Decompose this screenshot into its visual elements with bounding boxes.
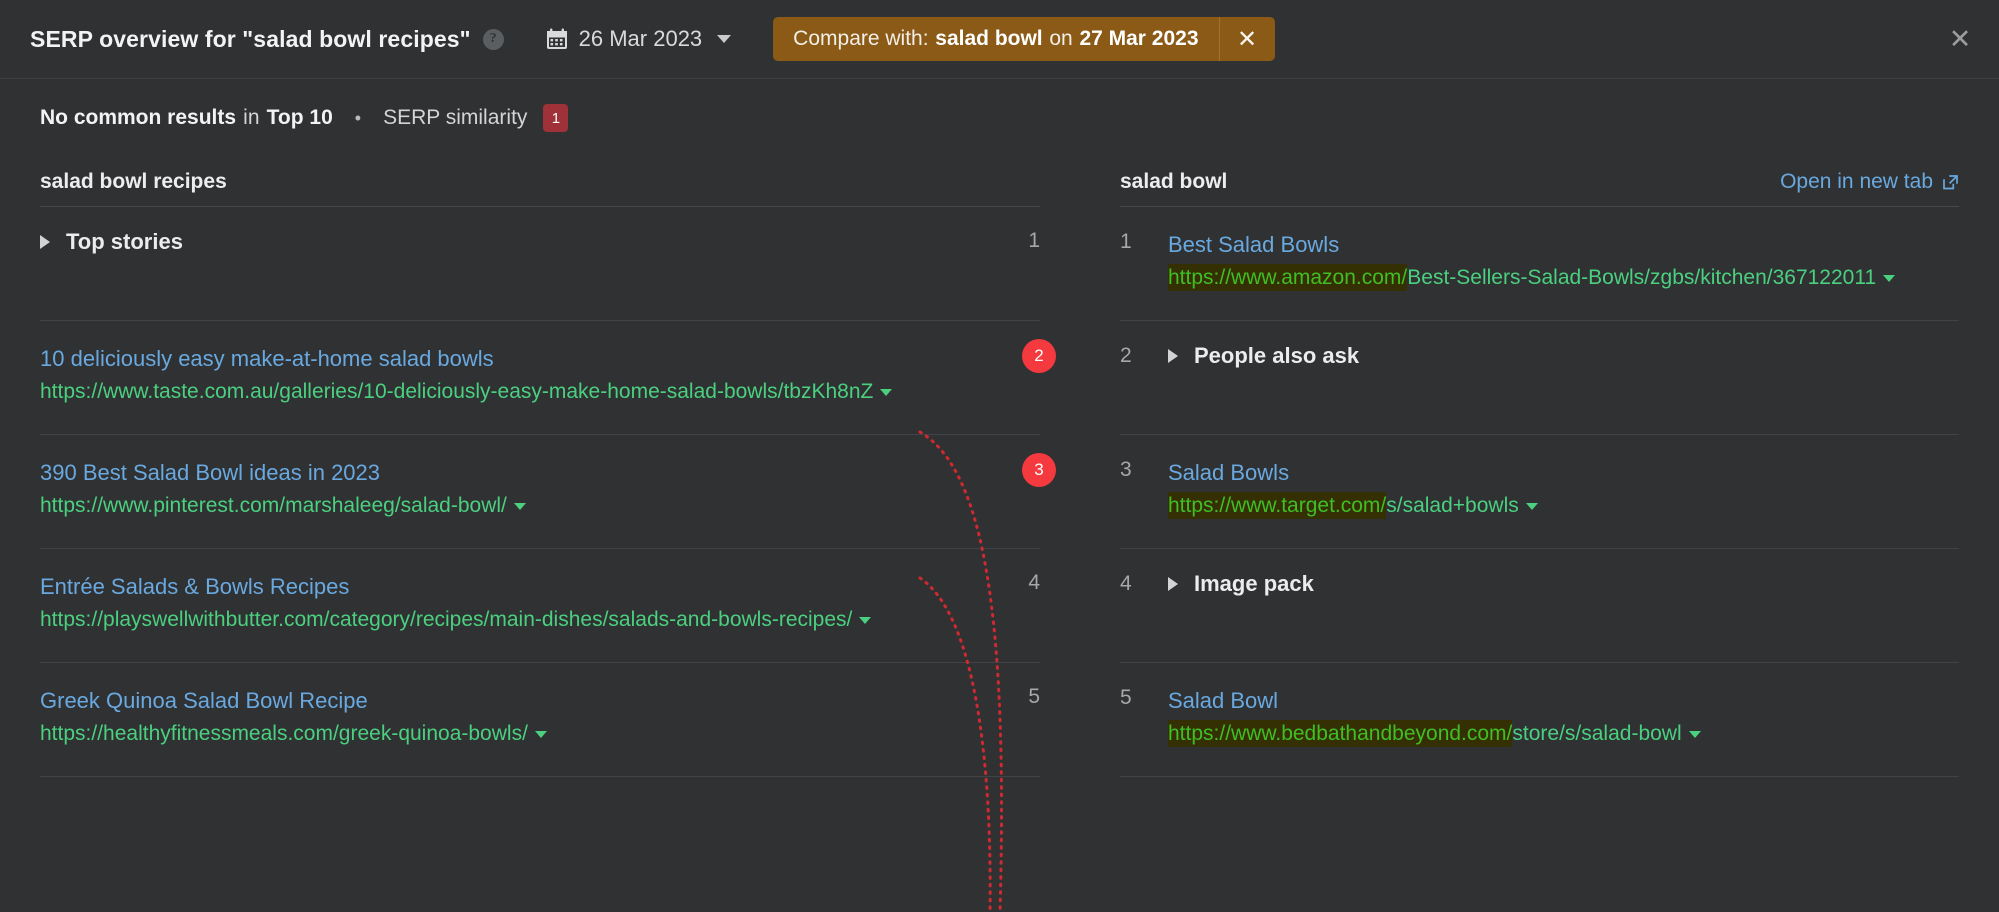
question-mark-icon[interactable]: ? xyxy=(483,29,504,50)
result-url-text: https://playswellwithbutter.com/category… xyxy=(40,608,852,631)
result-url-path: s/salad+bowls xyxy=(1386,494,1519,517)
url-dropdown-caret-icon[interactable] xyxy=(1689,731,1701,738)
result-url[interactable]: https://www.taste.com.au/galleries/10-de… xyxy=(40,380,892,403)
serp-feature-image-pack[interactable]: Image pack xyxy=(1168,571,1959,597)
right-serp-row[interactable]: 4 Image pack xyxy=(1120,549,1959,663)
rank-number: 5 xyxy=(1120,685,1168,710)
panel-header: SERP overview for "salad bowl recipes" ? xyxy=(0,0,1999,79)
compare-prefix: Compare with: xyxy=(793,27,928,51)
summary-bar: No common results in Top 10 • SERP simil… xyxy=(0,79,1999,157)
right-serp-row[interactable]: 3 Salad Bowls https://www.target.com/s/s… xyxy=(1120,435,1959,549)
result-url-path: Best-Sellers-Salad-Bowls/zgbs/kitchen/36… xyxy=(1407,266,1876,289)
result-url[interactable]: https://www.bedbathandbeyond.com/store/s… xyxy=(1168,722,1701,745)
page-title: SERP overview for "salad bowl recipes" xyxy=(30,26,471,53)
compare-keyword: salad bowl xyxy=(935,27,1042,51)
url-dropdown-caret-icon[interactable] xyxy=(859,617,871,624)
right-serp-row[interactable]: 5 Salad Bowl https://www.bedbathandbeyon… xyxy=(1120,663,1959,777)
serp-overview-panel: SERP overview for "salad bowl recipes" ? xyxy=(0,0,1999,912)
compare-with-label: Compare with: salad bowl on 27 Mar 2023 xyxy=(773,17,1218,61)
result-url[interactable]: https://www.target.com/s/salad+bowls xyxy=(1168,494,1538,517)
result-url-domain: https://www.amazon.com/ xyxy=(1168,264,1407,291)
left-serp-row[interactable]: 10 deliciously easy make-at-home salad b… xyxy=(40,321,1040,435)
left-keyword-label: salad bowl recipes xyxy=(40,170,227,194)
right-column-header: salad bowl Open in new tab xyxy=(1120,157,1959,207)
compare-date: 27 Mar 2023 xyxy=(1079,27,1198,51)
rank-number: 1 xyxy=(1028,229,1040,253)
serp-feature-label: Top stories xyxy=(66,229,183,255)
rank-number: 4 xyxy=(1028,571,1040,595)
date-picker[interactable]: 26 Mar 2023 xyxy=(546,26,732,52)
result-url-text: https://www.taste.com.au/galleries/10-de… xyxy=(40,380,873,403)
url-dropdown-caret-icon[interactable] xyxy=(1883,275,1895,282)
result-title-link[interactable]: Salad Bowl xyxy=(1168,685,1959,716)
calendar-icon xyxy=(546,28,568,50)
result-title-link[interactable]: Greek Quinoa Salad Bowl Recipe xyxy=(40,685,1040,716)
position-change-badge: 3 xyxy=(1022,453,1056,487)
result-title-link[interactable]: Entrée Salads & Bowls Recipes xyxy=(40,571,1040,602)
serp-feature-label: Image pack xyxy=(1194,571,1314,597)
serp-similarity-badge: 1 xyxy=(543,104,568,132)
compare-with-pill[interactable]: Compare with: salad bowl on 27 Mar 2023 … xyxy=(773,17,1274,61)
summary-separator: • xyxy=(355,108,361,129)
url-dropdown-caret-icon[interactable] xyxy=(880,389,892,396)
open-in-new-tab-link[interactable]: Open in new tab xyxy=(1780,170,1959,194)
left-serp-row[interactable]: Top stories 1 xyxy=(40,207,1040,321)
compare-on: on xyxy=(1049,27,1072,51)
url-dropdown-caret-icon[interactable] xyxy=(514,503,526,510)
result-url-domain: https://www.bedbathandbeyond.com/ xyxy=(1168,720,1512,747)
result-url[interactable]: https://healthyfitnessmeals.com/greek-qu… xyxy=(40,722,547,745)
serp-feature-label: People also ask xyxy=(1194,343,1359,369)
result-url-text: https://www.pinterest.com/marshaleeg/sal… xyxy=(40,494,507,517)
result-title-link[interactable]: Salad Bowls xyxy=(1168,457,1959,488)
no-common-results-label: No common results xyxy=(40,106,236,130)
position-change-badge: 2 xyxy=(1022,339,1056,373)
result-title-link[interactable]: 390 Best Salad Bowl ideas in 2023 xyxy=(40,457,1040,488)
result-url-text: https://healthyfitnessmeals.com/greek-qu… xyxy=(40,722,528,745)
result-title-link[interactable]: Best Salad Bowls xyxy=(1168,229,1959,260)
serp-feature-people-also-ask[interactable]: People also ask xyxy=(1168,343,1959,369)
expand-triangle-icon[interactable] xyxy=(40,235,50,249)
url-dropdown-caret-icon[interactable] xyxy=(535,731,547,738)
remove-comparison-icon[interactable]: ✕ xyxy=(1219,17,1275,61)
result-url[interactable]: https://www.pinterest.com/marshaleeg/sal… xyxy=(40,494,526,517)
result-url[interactable]: https://playswellwithbutter.com/category… xyxy=(40,608,871,631)
summary-scope: Top 10 xyxy=(267,106,333,130)
summary-mid: in xyxy=(243,106,259,130)
chevron-down-icon xyxy=(717,35,731,43)
selected-date: 26 Mar 2023 xyxy=(579,26,703,52)
expand-triangle-icon[interactable] xyxy=(1168,577,1178,591)
expand-triangle-icon[interactable] xyxy=(1168,349,1178,363)
url-dropdown-caret-icon[interactable] xyxy=(1526,503,1538,510)
serp-similarity-label: SERP similarity xyxy=(383,106,527,130)
left-serp-row[interactable]: 390 Best Salad Bowl ideas in 2023 https:… xyxy=(40,435,1040,549)
right-serp-column: salad bowl Open in new tab 1 xyxy=(1080,157,1999,777)
right-keyword-label: salad bowl xyxy=(1120,170,1227,194)
rank-number: 5 xyxy=(1028,685,1040,709)
serp-comparison-columns: salad bowl recipes Top stories 1 xyxy=(0,157,1999,777)
right-serp-row[interactable]: 2 People also ask xyxy=(1120,321,1959,435)
external-link-icon xyxy=(1942,173,1959,190)
close-icon[interactable]: ✕ xyxy=(1943,22,1977,56)
open-in-new-tab-label: Open in new tab xyxy=(1780,170,1933,194)
result-url-path: store/s/salad-bowl xyxy=(1512,722,1681,745)
left-serp-column: salad bowl recipes Top stories 1 xyxy=(0,157,1080,777)
left-serp-row[interactable]: Entrée Salads & Bowls Recipes https://pl… xyxy=(40,549,1040,663)
left-serp-row[interactable]: Greek Quinoa Salad Bowl Recipe https://h… xyxy=(40,663,1040,777)
result-title-link[interactable]: 10 deliciously easy make-at-home salad b… xyxy=(40,343,1040,374)
result-url-domain: https://www.target.com/ xyxy=(1168,492,1386,519)
rank-number: 1 xyxy=(1120,229,1168,254)
rank-number: 3 xyxy=(1120,457,1168,482)
serp-feature-top-stories[interactable]: Top stories xyxy=(40,229,1040,255)
rank-number: 2 xyxy=(1120,343,1168,368)
result-url[interactable]: https://www.amazon.com/Best-Sellers-Sala… xyxy=(1168,266,1895,289)
right-serp-row[interactable]: 1 Best Salad Bowls https://www.amazon.co… xyxy=(1120,207,1959,321)
rank-number: 4 xyxy=(1120,571,1168,596)
left-column-header: salad bowl recipes xyxy=(40,157,1040,207)
